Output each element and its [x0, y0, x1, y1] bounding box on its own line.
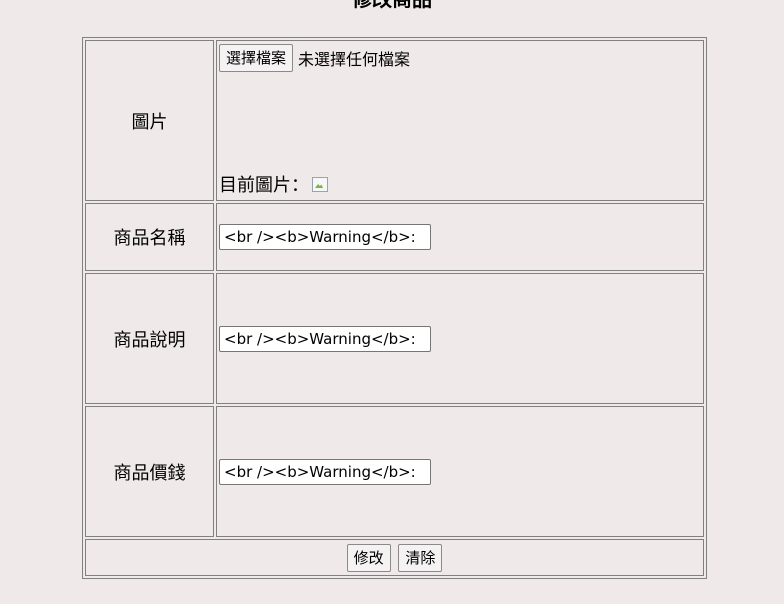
edit-product-form: 圖片 選擇檔案 未選擇任何檔案 目前圖片： 商品名稱 商品說明 商品價錢: [82, 37, 707, 579]
product-name-input[interactable]: [219, 224, 431, 250]
reset-button[interactable]: 清除: [398, 543, 443, 572]
actions-row: 修改 清除: [85, 539, 704, 576]
file-status-text: 未選擇任何檔案: [298, 50, 411, 69]
image-cell: 選擇檔案 未選擇任何檔案 目前圖片：: [216, 40, 704, 201]
submit-button[interactable]: 修改: [346, 543, 391, 572]
price-row: 商品價錢: [85, 406, 704, 537]
current-image-row: 目前圖片：: [219, 171, 329, 197]
description-label: 商品說明: [85, 273, 214, 404]
current-image-label: 目前圖片：: [219, 175, 309, 196]
name-cell: [216, 203, 704, 271]
broken-image-icon: [311, 175, 329, 193]
product-description-input[interactable]: [219, 325, 431, 352]
image-label: 圖片: [85, 40, 214, 201]
description-row: 商品說明: [85, 273, 704, 404]
name-label: 商品名稱: [85, 203, 214, 271]
price-label: 商品價錢: [85, 406, 214, 537]
image-row: 圖片 選擇檔案 未選擇任何檔案 目前圖片：: [85, 40, 704, 201]
name-row: 商品名稱: [85, 203, 704, 271]
file-picker: 選擇檔案 未選擇任何檔案: [219, 44, 410, 72]
actions-cell: 修改 清除: [85, 539, 704, 576]
product-price-input[interactable]: [219, 458, 431, 485]
choose-file-button[interactable]: 選擇檔案: [219, 44, 294, 72]
price-cell: [216, 406, 704, 537]
page-title: 修改商品: [0, 0, 784, 11]
description-cell: [216, 273, 704, 404]
